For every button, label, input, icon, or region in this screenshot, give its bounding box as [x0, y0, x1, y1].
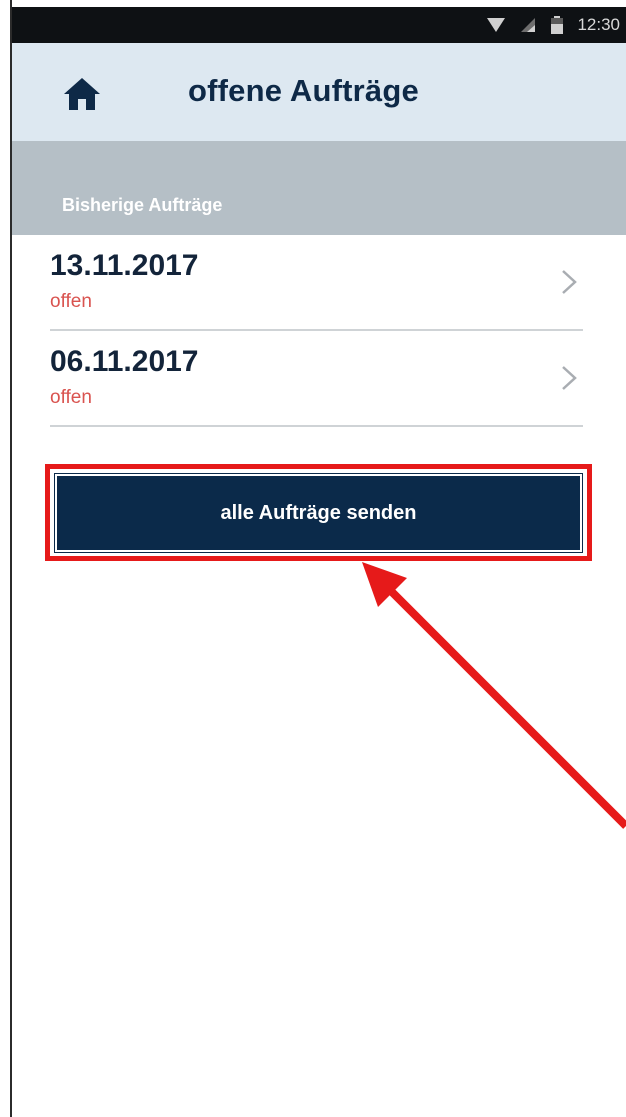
status-bar: 12:30 [12, 7, 626, 43]
section-header: Bisherige Aufträge [12, 141, 626, 235]
wifi-icon [487, 18, 506, 32]
page-title: offene Aufträge [188, 73, 419, 108]
app-screen: 12:30 offene Aufträge Bisherige Aufträge… [0, 0, 626, 1117]
send-all-button[interactable]: alle Aufträge senden [54, 473, 583, 553]
app-header: offene Aufträge [12, 43, 626, 141]
status-time: 12:30 [577, 15, 620, 34]
signal-icon [521, 18, 536, 32]
battery-icon [551, 16, 564, 34]
home-icon [64, 78, 100, 110]
order-status: offen [50, 291, 92, 312]
order-date: 06.11.2017 [50, 345, 199, 378]
order-status: offen [50, 387, 92, 408]
section-label: Bisherige Aufträge [62, 195, 223, 215]
chevron-right-icon [562, 270, 577, 294]
order-date: 13.11.2017 [50, 249, 199, 282]
list-item-order[interactable]: 06.11.2017 offen [50, 331, 583, 427]
status-icons: 12:30 [487, 7, 620, 43]
list-item-order[interactable]: 13.11.2017 offen [50, 235, 583, 331]
chevron-right-icon [562, 366, 577, 390]
home-button[interactable] [62, 75, 102, 113]
